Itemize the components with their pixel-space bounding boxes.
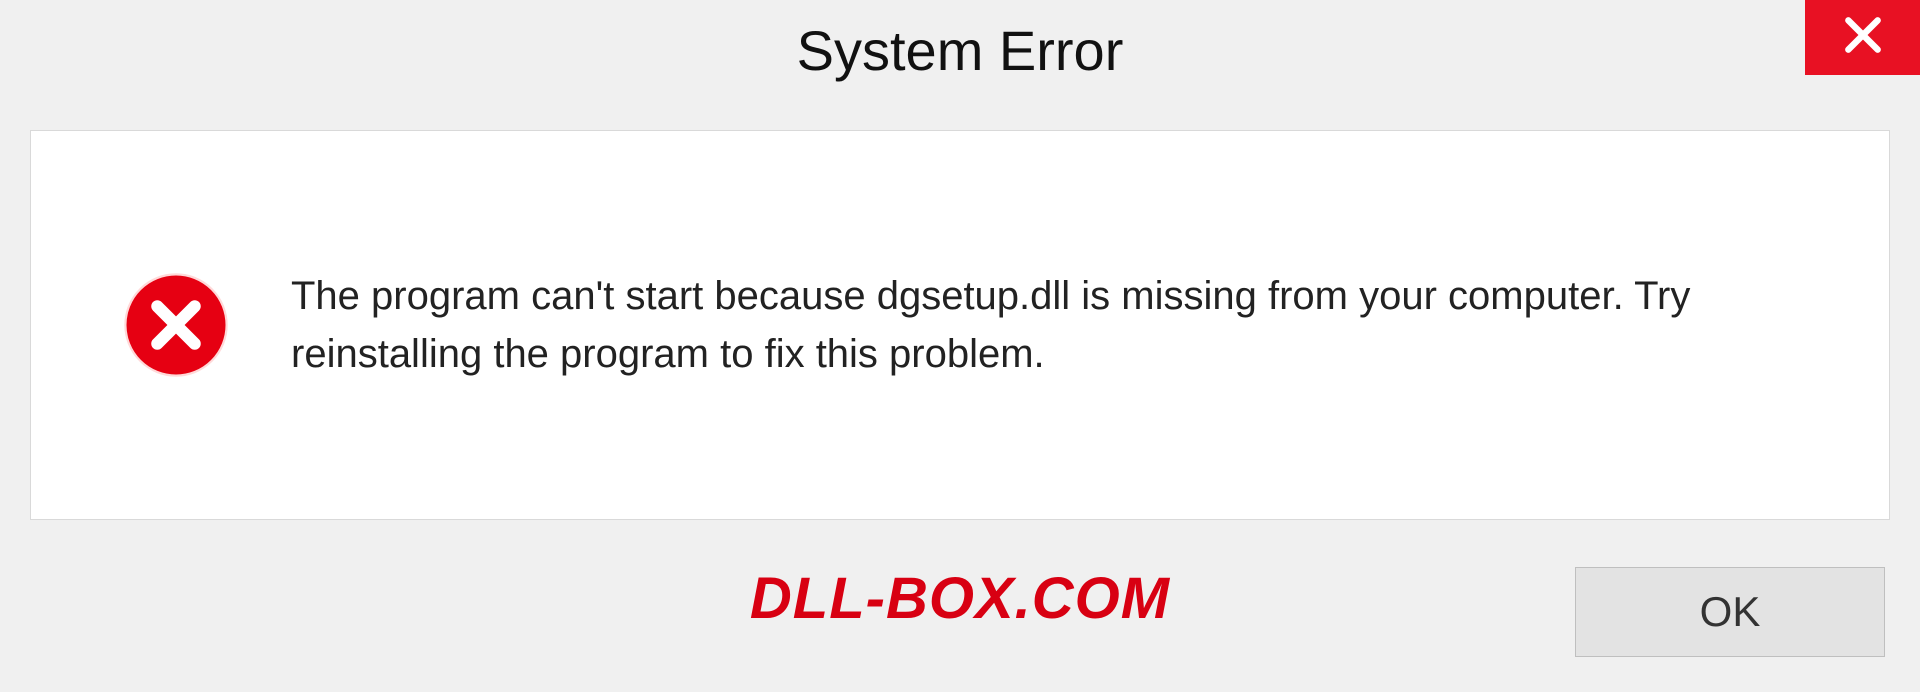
close-button[interactable] <box>1805 0 1920 75</box>
dialog-message: The program can't start because dgsetup.… <box>291 267 1819 383</box>
watermark-text: DLL-BOX.COM <box>750 565 1170 632</box>
dialog-footer: DLL-BOX.COM OK <box>0 557 1920 667</box>
close-icon <box>1841 13 1885 62</box>
ok-button[interactable]: OK <box>1575 567 1885 657</box>
dialog-content: The program can't start because dgsetup.… <box>30 130 1890 520</box>
error-icon <box>121 270 231 380</box>
dialog-title: System Error <box>797 18 1124 83</box>
title-bar: System Error <box>0 0 1920 100</box>
error-dialog: System Error The program can't start bec… <box>0 0 1920 692</box>
